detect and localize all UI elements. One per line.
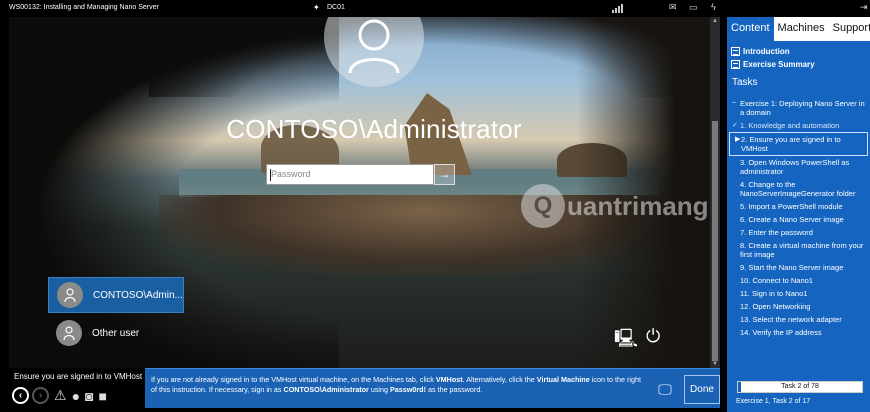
tab-support[interactable]: Support [829,17,870,41]
task-item[interactable]: 5. Import a PowerShell module [727,200,870,213]
login-username: CONTOSO\Administrator [226,114,522,144]
watermark-logo: Q [521,184,565,228]
user-icon [64,288,76,302]
exercise-summary-link[interactable]: Exercise Summary [731,58,815,71]
task-item[interactable]: 8. Create a virtual machine from your fi… [727,239,870,261]
user-tile-administrator[interactable]: CONTOSO\Admin... [48,277,184,313]
task-item[interactable]: 7. Enter the password [727,226,870,239]
task-item[interactable]: 4. Change to the NanoServerImageGenerato… [727,178,870,200]
power-icon[interactable]: ϟ [711,2,716,12]
mail-icon[interactable]: ✉ [669,2,677,13]
step-toolbar: Ensure you are signed in to VMHost ‹ › ⚠… [0,368,145,412]
task-label: 12. Open Networking [740,302,811,311]
ease-of-access-icon[interactable]: ⏻ [646,326,660,347]
task-item[interactable]: 12. Open Networking [727,300,870,313]
introduction-link[interactable]: Introduction [731,45,815,58]
task-label: 11. Sign in to Nano1 [740,289,808,298]
vertical-scrollbar[interactable]: ▲ ▼ [710,17,720,368]
task-marker-icon: − [732,100,737,107]
task-label: 9. Start the Nano Server image [740,263,844,272]
machine-name: DC01 [327,4,345,11]
task-item[interactable]: 13. Select the network adapter [727,313,870,326]
pin-icon[interactable]: ✦ [313,3,320,12]
top-bar: WS00132: Installing and Managing Nano Se… [0,0,725,17]
scroll-down-icon[interactable]: ▼ [711,361,719,367]
task-progress: Task 2 of 78 [737,381,863,393]
password-input[interactable]: Password [266,164,434,185]
signal-icon [612,4,624,13]
task-item[interactable]: ✓ 1. Knowledge and automation [727,119,870,132]
task-label: 1. Knowledge and automation [740,121,840,130]
task-label: 8. Create a virtual machine from your fi… [740,241,864,259]
task-item[interactable]: 3. Open Windows PowerShell as administra… [727,156,870,178]
next-step-button[interactable]: › [32,387,49,404]
video-icon[interactable]: ■ [99,388,107,404]
instruction-bar: If you are not already signed in to the … [145,368,720,408]
previous-step-button[interactable]: ‹ [12,387,29,404]
scrollbar-thumb[interactable] [712,121,718,361]
exit-icon[interactable]: ⇥ [860,2,868,13]
task-item[interactable]: 11. Sign in to Nano1 [727,287,870,300]
progress-label: Task 2 of 78 [781,383,819,390]
camera-icon[interactable]: ◙ [85,388,93,404]
tab-machines[interactable]: Machines [774,17,829,41]
document-icon [731,60,740,69]
task-label: 4. Change to the NanoServerImageGenerato… [740,180,856,198]
network-icon[interactable]: 🖳 [614,326,638,356]
monitor-icon[interactable]: ▭ [689,2,698,13]
check-icon: ✓ [732,122,738,129]
avatar [56,320,82,346]
document-icon [731,47,740,56]
done-button[interactable]: Done [684,375,720,404]
task-label: 7. Enter the password [740,228,813,237]
tab-content[interactable]: Content [727,17,774,41]
panel-tabs: Content Machines Support [727,17,870,41]
tasks-heading: Tasks [732,77,758,88]
vm-screen[interactable]: CONTOSO\Administrator Password → Q uantr… [9,17,717,368]
user-tile-label: Other user [92,327,140,339]
avatar [57,282,83,308]
task-list: − Exercise 1: Deploying Nano Server in a … [727,97,870,339]
task-label: 5. Import a PowerShell module [740,202,843,211]
task-label: 2. Ensure you are signed in to VMHost [741,135,841,153]
lab-panel: Content Machines Support Introduction Ex… [727,17,870,412]
warning-icon[interactable]: ⚠ [54,387,67,404]
user-icon [348,19,400,73]
task-item[interactable]: 10. Connect to Nano1 [727,274,870,287]
user-icon [63,326,75,340]
instruction-text: If you are not already signed in to the … [151,375,641,394]
task-label: 14. Verify the IP address [740,328,822,337]
submit-arrow-button[interactable]: → [434,164,455,185]
lightbulb-icon[interactable]: ● [72,388,80,404]
task-item[interactable]: ▶ 2. Ensure you are signed in to VMHost [729,132,868,156]
watermark: Q uantrimang [521,182,709,230]
current-step-icon: ▶ [735,136,741,143]
task-item[interactable]: 9. Start the Nano Server image [727,261,870,274]
task-section-header[interactable]: − Exercise 1: Deploying Nano Server in a … [727,97,870,119]
task-label: 6. Create a Nano Server image [740,215,844,224]
progress-fill [738,382,742,392]
task-label: 13. Select the network adapter [740,315,842,324]
lab-title: WS00132: Installing and Managing Nano Se… [9,4,159,11]
exercise-progress: Exercise 1, Task 2 of 17 [736,398,811,405]
task-label: Exercise 1: Deploying Nano Server in a d… [740,99,865,117]
user-tile-other[interactable]: Other user [48,315,184,351]
current-step-title: Ensure you are signed in to VMHost [14,372,143,381]
watermark-text: uantrimang [567,190,709,221]
task-label: 10. Connect to Nano1 [740,276,813,285]
user-tile-label: CONTOSO\Admin... [93,289,183,301]
task-label: 3. Open Windows PowerShell as administra… [740,158,850,176]
task-item[interactable]: 14. Verify the IP address [727,326,870,339]
virtual-machine-button[interactable]: 🖵 [652,381,678,401]
task-item[interactable]: 6. Create a Nano Server image [727,213,870,226]
scroll-up-icon[interactable]: ▲ [711,18,719,24]
